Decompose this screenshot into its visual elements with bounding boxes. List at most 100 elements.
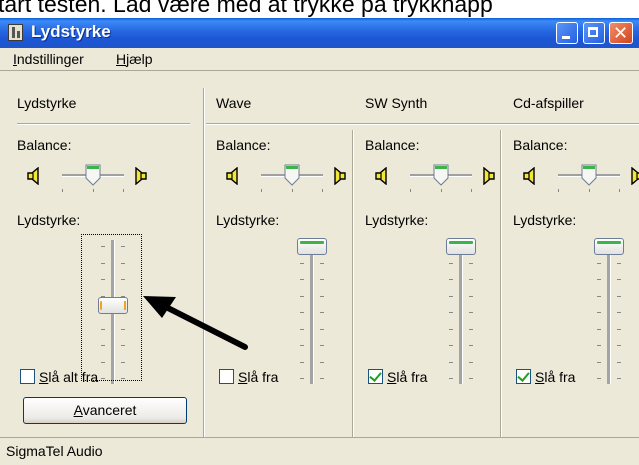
volume-tick [617,279,621,280]
title-bar[interactable]: Lydstyrke ✕ [0,18,639,48]
volume-slider-thumb[interactable] [446,238,476,255]
sw-synth-header: SW Synth [365,95,428,111]
volume-tick [449,345,453,346]
speaker-left-icon [27,167,39,185]
volume-tick [617,328,621,330]
volume-slider-track [310,240,314,384]
channel-separator [203,88,205,437]
volume-tick [597,328,601,330]
volume-slider-track [607,240,611,384]
wave-header: Wave [216,95,252,111]
balance-tick [619,189,620,192]
balance-tick [471,189,472,192]
volume-tick [617,262,621,264]
balance-tick [558,189,559,192]
volume-tick [617,345,621,346]
focus-rectangle [81,234,142,381]
sw-synth-volume-slider[interactable] [430,238,492,388]
cd-afspiller-volume-slider[interactable] [578,238,639,388]
wave-mute-label[interactable]: Slå fra [238,369,278,385]
balance-tick [62,189,63,192]
volume-tick [300,345,304,346]
volume-tick [449,279,453,280]
volume-tick [449,262,453,264]
volume-tick [617,361,621,363]
volume-tick [469,312,473,313]
volume-control-window: Lydstyrke ✕ Indstillinger Hjælp Lydstyrk… [0,18,639,465]
master-header: Lydstyrke [17,95,77,111]
mute-label-accesskey: S [535,369,545,385]
balance-tick [93,189,94,192]
instruction-text: tart testen. Lad være med at trykke på t… [0,0,639,20]
balance-slider-thumb[interactable] [284,164,300,186]
cd-afspiller-balance-slider[interactable] [558,163,620,195]
sw-synth-balance-slider[interactable] [410,163,472,195]
cd-afspiller-mute-checkbox[interactable] [516,369,531,384]
status-text: SigmaTel Audio [6,443,103,459]
thumb-highlight [449,241,473,244]
mute-label-accesskey: S [387,369,397,385]
close-icon: ✕ [613,23,629,43]
volume-tick [597,312,601,313]
wave-balance-slider[interactable] [261,163,323,195]
volume-tick [320,328,324,330]
balance-slider-thumb[interactable] [581,164,597,186]
master-balance-slider[interactable] [62,163,124,195]
master-balance-label: Balance: [17,137,72,153]
cd-afspiller-balance-label: Balance: [513,137,568,153]
volume-tick [449,378,453,379]
volume-tick [469,295,473,297]
thumb-highlight [300,241,324,244]
balance-tick [261,189,262,192]
speaker-left-icon [226,167,238,185]
window-title: Lydstyrke [31,22,111,41]
menu-indstillinger-rest: ndstillinger [16,51,84,67]
volume-tick [449,328,453,330]
cd-afspiller-mute-label[interactable]: Slå fra [535,369,575,385]
section-separator [206,123,639,125]
volume-slider-thumb[interactable] [297,238,327,255]
volume-tick [469,361,473,363]
menu-indstillinger[interactable]: Indstillinger [13,51,84,67]
thumb-highlight [597,241,621,244]
volume-tick [597,262,601,264]
close-button[interactable]: ✕ [609,22,633,44]
minimize-button[interactable] [556,22,578,44]
speaker-left-icon [375,167,387,185]
sw-synth-volume-label: Lydstyrke: [365,212,429,228]
menu-hjaelp[interactable]: Hjælp [116,51,153,67]
status-bar: SigmaTel Audio [0,437,639,465]
balance-slider-thumb[interactable] [433,164,449,186]
speaker-right-icon [334,167,346,185]
channel-separator [352,130,354,437]
balance-tick [123,189,124,192]
volume-tick [320,378,324,379]
volume-tick [469,328,473,330]
advanced-button-rest: vanceret [82,402,137,418]
maximize-button[interactable] [583,22,605,44]
balance-slider-thumb[interactable] [85,164,101,186]
volume-tick [320,295,324,297]
master-mute-checkbox[interactable] [20,369,35,384]
volume-tick [300,328,304,330]
volume-tick [597,279,601,280]
sw-synth-mute-checkbox[interactable] [368,369,383,384]
volume-slider-thumb[interactable] [594,238,624,255]
instruction-text-content: tart testen. Lad være med at trykke på t… [0,0,493,17]
mute-label-accesskey: S [39,369,49,385]
section-separator [17,123,190,125]
volume-tick [320,361,324,363]
volume-tick [469,279,473,280]
volume-tick [320,262,324,264]
advanced-button[interactable]: Avanceret [23,397,187,424]
cd-afspiller-header: Cd-afspiller [513,95,584,111]
speaker-right-icon [631,167,639,185]
volume-tick [469,378,473,379]
volume-app-icon [8,24,23,41]
volume-tick [597,378,601,379]
volume-tick [469,345,473,346]
volume-tick [320,279,324,280]
sw-synth-mute-label[interactable]: Slå fra [387,369,427,385]
wave-volume-slider[interactable] [281,238,343,388]
wave-mute-checkbox[interactable] [219,369,234,384]
